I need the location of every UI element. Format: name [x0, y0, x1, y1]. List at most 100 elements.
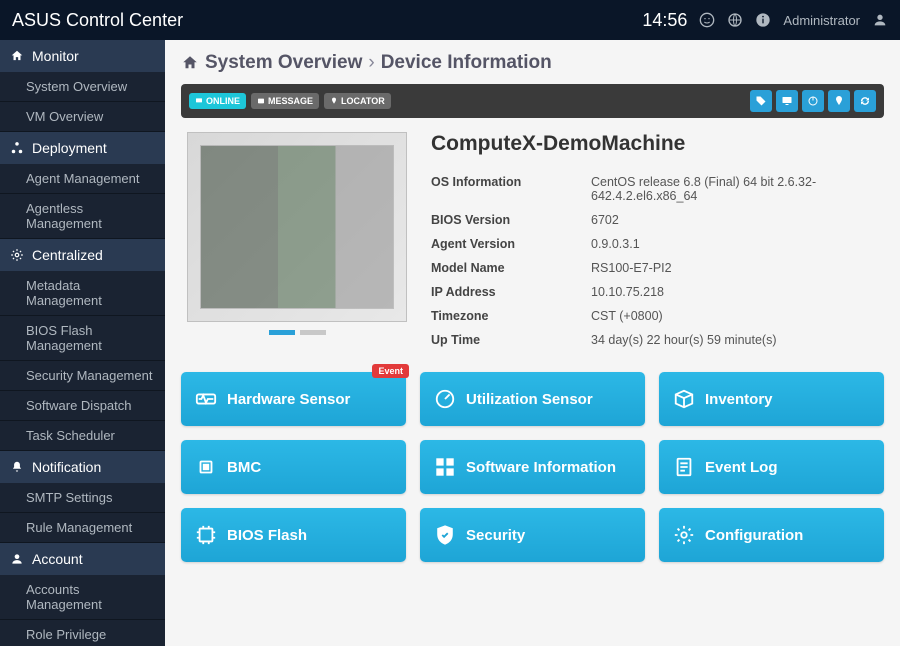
device-name: ComputeX-DemoMachine — [431, 132, 878, 156]
card-event-log[interactable]: Event Log — [659, 440, 884, 494]
label: Software Information — [466, 459, 616, 476]
info-timezone: TimezoneCST (+0800) — [431, 304, 878, 328]
topbar-right: 14:56 Administrator — [642, 10, 888, 31]
shield-icon — [434, 524, 456, 546]
card-configuration[interactable]: Configuration — [659, 508, 884, 562]
breadcrumb-a[interactable]: System Overview — [205, 52, 362, 74]
heartbeat-icon — [195, 388, 217, 410]
document-icon — [673, 456, 695, 478]
sidebar-section-centralized[interactable]: Centralized — [0, 239, 165, 271]
gear-icon — [673, 524, 695, 546]
topbar: ASUS Control Center 14:56 Administrator — [0, 0, 900, 40]
pill-locator[interactable]: LOCATOR — [324, 93, 391, 109]
sidebar-section-account[interactable]: Account — [0, 543, 165, 575]
label: Deployment — [32, 140, 107, 156]
label: BMC — [227, 459, 261, 476]
label: Account — [32, 551, 83, 567]
breadcrumb: System Overview › Device Information — [181, 52, 884, 74]
refresh-button[interactable] — [854, 90, 876, 112]
user-icon[interactable] — [872, 12, 888, 28]
globe-icon[interactable] — [727, 12, 743, 28]
refresh-icon — [859, 95, 871, 107]
locate-button[interactable] — [828, 90, 850, 112]
device-info: ComputeX-DemoMachine OS InformationCentO… — [181, 132, 884, 372]
chip-icon — [195, 456, 217, 478]
event-badge: Event — [372, 364, 409, 378]
smile-icon[interactable] — [699, 12, 715, 28]
label: Event Log — [705, 459, 778, 476]
pin-icon — [330, 97, 338, 105]
label: Notification — [32, 459, 101, 475]
card-software-info[interactable]: Software Information — [420, 440, 645, 494]
sidebar: Monitor System Overview VM Overview Depl… — [0, 40, 165, 646]
gauge-icon — [434, 388, 456, 410]
sidebar-item-security[interactable]: Security Management — [0, 361, 165, 391]
sidebar-item-role-privilege[interactable]: Role Privilege — [0, 620, 165, 646]
image-pager[interactable] — [187, 330, 407, 335]
device-image-col — [187, 132, 407, 352]
sidebar-item-vm-overview[interactable]: VM Overview — [0, 102, 165, 132]
nodes-icon — [10, 141, 24, 155]
sidebar-item-system-overview[interactable]: System Overview — [0, 72, 165, 102]
info-bios: BIOS Version6702 — [431, 208, 878, 232]
main: System Overview › Device Information ONL… — [165, 40, 900, 646]
sidebar-section-deployment[interactable]: Deployment — [0, 132, 165, 164]
statusbar: ONLINE MESSAGE LOCATOR — [181, 84, 884, 118]
info-icon[interactable] — [755, 12, 771, 28]
sidebar-item-task-scheduler[interactable]: Task Scheduler — [0, 421, 165, 451]
device-info-col: ComputeX-DemoMachine OS InformationCentO… — [431, 132, 878, 352]
clock: 14:56 — [642, 10, 687, 31]
card-hardware-sensor[interactable]: Hardware Sensor Event — [181, 372, 406, 426]
sidebar-item-metadata[interactable]: Metadata Management — [0, 271, 165, 316]
label: Centralized — [32, 247, 103, 263]
device-image — [187, 132, 407, 322]
sidebar-item-smtp[interactable]: SMTP Settings — [0, 483, 165, 513]
status-left: ONLINE MESSAGE LOCATOR — [189, 93, 391, 109]
label: Inventory — [705, 391, 773, 408]
sidebar-section-monitor[interactable]: Monitor — [0, 40, 165, 72]
label: Utilization Sensor — [466, 391, 593, 408]
chevron-right-icon: › — [368, 52, 374, 74]
label: Hardware Sensor — [227, 391, 350, 408]
tag-button[interactable] — [750, 90, 772, 112]
mail-icon — [257, 97, 265, 105]
sidebar-item-rule-mgmt[interactable]: Rule Management — [0, 513, 165, 543]
label: Security — [466, 527, 525, 544]
info-agent: Agent Version0.9.0.3.1 — [431, 232, 878, 256]
brand: ASUS Control Center — [12, 10, 183, 31]
sidebar-item-software-dispatch[interactable]: Software Dispatch — [0, 391, 165, 421]
user-label: Administrator — [783, 13, 860, 28]
info-model: Model NameRS100-E7-PI2 — [431, 256, 878, 280]
label: Monitor — [32, 48, 79, 64]
info-ip: IP Address10.10.75.218 — [431, 280, 878, 304]
sidebar-item-agent-mgmt[interactable]: Agent Management — [0, 164, 165, 194]
status-right — [750, 90, 876, 112]
monitor-icon — [195, 97, 203, 105]
info-uptime: Up Time34 day(s) 22 hour(s) 59 minute(s) — [431, 328, 878, 352]
sidebar-item-accounts-mgmt[interactable]: Accounts Management — [0, 575, 165, 620]
label: BIOS Flash — [227, 527, 307, 544]
sidebar-item-biosflash[interactable]: BIOS Flash Management — [0, 316, 165, 361]
home-icon — [181, 54, 199, 72]
power-icon — [807, 95, 819, 107]
card-inventory[interactable]: Inventory — [659, 372, 884, 426]
home-icon — [10, 49, 24, 63]
chip-icon — [195, 524, 217, 546]
monitor-button[interactable] — [776, 90, 798, 112]
grid-icon — [434, 456, 456, 478]
power-button[interactable] — [802, 90, 824, 112]
bell-icon — [10, 460, 24, 474]
sidebar-section-notification[interactable]: Notification — [0, 451, 165, 483]
pin-icon — [833, 95, 845, 107]
card-utilization-sensor[interactable]: Utilization Sensor — [420, 372, 645, 426]
info-os: OS InformationCentOS release 6.8 (Final)… — [431, 170, 878, 208]
card-bios-flash[interactable]: BIOS Flash — [181, 508, 406, 562]
card-security[interactable]: Security — [420, 508, 645, 562]
pill-online[interactable]: ONLINE — [189, 93, 246, 109]
tag-icon — [755, 95, 767, 107]
pill-message[interactable]: MESSAGE — [251, 93, 319, 109]
box-icon — [673, 388, 695, 410]
sidebar-item-agentless-mgmt[interactable]: Agentless Management — [0, 194, 165, 239]
card-bmc[interactable]: BMC — [181, 440, 406, 494]
gear-icon — [10, 248, 24, 262]
